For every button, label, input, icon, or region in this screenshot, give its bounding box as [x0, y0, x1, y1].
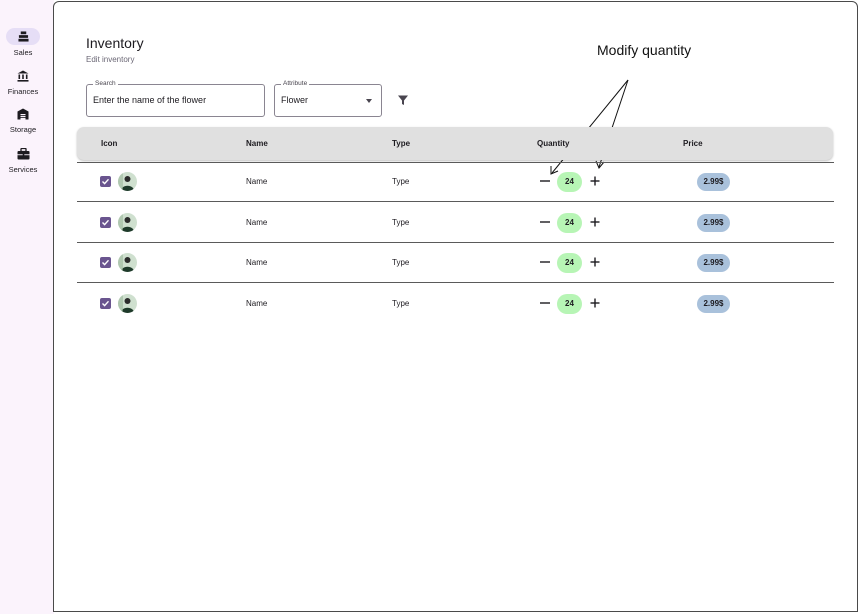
nav-label-finances: Finances: [7, 87, 39, 96]
filter-icon: [398, 95, 408, 105]
search-label: Search: [93, 80, 118, 88]
increase-quantity-button[interactable]: [588, 255, 602, 269]
column-header-type: Type: [392, 139, 411, 148]
nav-label-sales: Sales: [13, 48, 33, 57]
search-input[interactable]: Enter the name of the flower: [93, 95, 206, 105]
plus-icon: [590, 217, 600, 227]
page-title: Inventory: [86, 35, 144, 51]
nav-item-sales[interactable]: Sales: [0, 28, 46, 57]
filter-button[interactable]: [396, 93, 410, 107]
column-header-price: Price: [683, 139, 703, 148]
checkmark-icon: [102, 300, 110, 307]
flower-avatar: [118, 253, 137, 272]
checkmark-icon: [102, 219, 110, 226]
quantity-badge: 24: [557, 213, 582, 233]
table-row: Name Type 24 2.99$: [77, 162, 834, 202]
flower-avatar: [118, 294, 137, 313]
price-badge: 2.99$: [697, 173, 730, 191]
row-type: Type: [392, 218, 410, 227]
row-checkbox[interactable]: [100, 298, 111, 309]
table-row: Name Type 24 2.99$: [77, 284, 834, 324]
decrease-quantity-button[interactable]: [538, 215, 552, 229]
table-row: Name Type 24 2.99$: [77, 243, 834, 283]
plus-icon: [590, 257, 600, 267]
checkmark-icon: [102, 178, 110, 185]
quantity-badge: 24: [557, 253, 582, 273]
navigation-rail: Sales Finances Storage Services: [0, 0, 54, 614]
plus-icon: [590, 176, 600, 186]
column-header-name: Name: [246, 139, 268, 148]
nav-label-services: Services: [8, 165, 38, 174]
dropdown-caret-icon: [366, 99, 372, 103]
decrease-quantity-button[interactable]: [538, 296, 552, 310]
quantity-badge: 24: [557, 172, 582, 192]
briefcase-icon: [17, 147, 29, 159]
annotation-label: Modify quantity: [597, 42, 692, 58]
row-type: Type: [392, 258, 410, 267]
nav-label-storage: Storage: [9, 125, 37, 134]
increase-quantity-button[interactable]: [588, 174, 602, 188]
increase-quantity-button[interactable]: [588, 215, 602, 229]
price-badge: 2.99$: [697, 295, 730, 313]
bank-icon: [17, 70, 29, 82]
row-checkbox[interactable]: [100, 176, 111, 187]
table-header: Icon Name Type Quantity Price: [77, 127, 833, 160]
increase-quantity-button[interactable]: [588, 296, 602, 310]
quantity-badge: 24: [557, 294, 582, 314]
price-badge: 2.99$: [697, 214, 730, 232]
minus-icon: [540, 302, 550, 304]
row-name: Name: [246, 299, 268, 308]
row-type: Type: [392, 177, 410, 186]
attribute-select[interactable]: Attribute Flower: [274, 80, 382, 117]
flower-avatar: [118, 172, 137, 191]
register-icon: [17, 31, 29, 42]
table-row: Name Type 24 2.99$: [77, 203, 834, 243]
row-type: Type: [392, 299, 410, 308]
row-name: Name: [246, 218, 268, 227]
page-subtitle: Edit inventory: [86, 55, 135, 64]
decrease-quantity-button[interactable]: [538, 174, 552, 188]
nav-item-services[interactable]: Services: [0, 145, 46, 174]
column-header-quantity: Quantity: [537, 139, 570, 148]
minus-icon: [540, 180, 550, 182]
price-badge: 2.99$: [697, 254, 730, 272]
flower-avatar: [118, 213, 137, 232]
warehouse-icon: [17, 108, 29, 119]
row-checkbox[interactable]: [100, 257, 111, 268]
row-checkbox[interactable]: [100, 217, 111, 228]
row-name: Name: [246, 258, 268, 267]
nav-active-indicator: [6, 28, 40, 45]
attribute-value: Flower: [281, 95, 309, 105]
plus-icon: [590, 298, 600, 308]
minus-icon: [540, 221, 550, 223]
decrease-quantity-button[interactable]: [538, 255, 552, 269]
search-field[interactable]: Search Enter the name of the flower: [86, 80, 265, 117]
checkmark-icon: [102, 259, 110, 266]
column-header-icon: Icon: [101, 139, 118, 148]
nav-item-storage[interactable]: Storage: [0, 105, 46, 134]
attribute-label: Attribute: [281, 80, 310, 88]
nav-item-finances[interactable]: Finances: [0, 67, 46, 96]
minus-icon: [540, 261, 550, 263]
row-name: Name: [246, 177, 268, 186]
